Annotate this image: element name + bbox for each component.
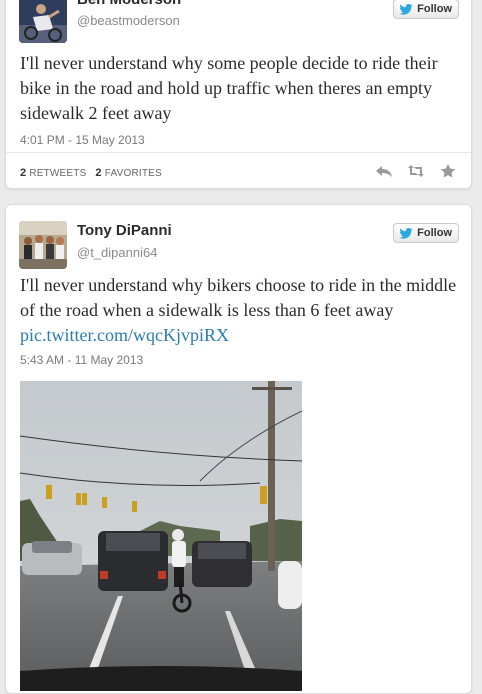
avatar-image [19, 221, 67, 269]
tweet-card: Tony DiPanni @t_dipanni64 Follow I'll ne… [5, 204, 472, 694]
divider [6, 152, 471, 153]
reply-icon[interactable] [375, 163, 393, 179]
user-name[interactable]: Tony DiPanni [77, 222, 172, 239]
follow-label: Follow [417, 3, 452, 15]
user-handle[interactable]: @beastmoderson [77, 13, 180, 28]
tweet-text-body: I'll never understand why bikers choose … [20, 275, 457, 320]
tweet-card: Ben Moderson @beastmoderson Follow I'll … [5, 0, 472, 189]
retweets-count[interactable]: 2 [20, 167, 26, 179]
favorites-count[interactable]: 2 [95, 167, 101, 179]
avatar[interactable] [19, 221, 67, 269]
tweet-actions [375, 163, 457, 179]
tweet-stats: 2 RETWEETS 2 FAVORITES [20, 167, 162, 179]
favorite-icon[interactable] [439, 163, 457, 179]
avatar-image [19, 0, 67, 43]
tweet-text: I'll never understand why bikers choose … [20, 273, 460, 348]
follow-button[interactable]: Follow [393, 0, 459, 19]
road-photo [20, 381, 302, 691]
follow-label: Follow [417, 227, 452, 239]
tweet-text: I'll never understand why some people de… [20, 53, 438, 123]
tweet-timestamp[interactable]: 4:01 PM - 15 May 2013 [20, 133, 145, 147]
twitter-bird-icon [399, 3, 413, 15]
twitter-bird-icon [399, 227, 413, 239]
tweet-media-link[interactable]: pic.twitter.com/wqcKjvpiRX [20, 325, 229, 345]
tweet-timestamp[interactable]: 5:43 AM - 11 May 2013 [20, 353, 143, 367]
tweet-photo[interactable] [20, 381, 302, 691]
retweet-icon[interactable] [407, 163, 425, 179]
favorites-label[interactable]: FAVORITES [105, 168, 162, 179]
user-name[interactable]: Ben Moderson [77, 0, 181, 8]
avatar[interactable] [19, 0, 67, 43]
follow-button[interactable]: Follow [393, 223, 459, 243]
retweets-label[interactable]: RETWEETS [29, 168, 86, 179]
user-handle[interactable]: @t_dipanni64 [77, 245, 157, 260]
